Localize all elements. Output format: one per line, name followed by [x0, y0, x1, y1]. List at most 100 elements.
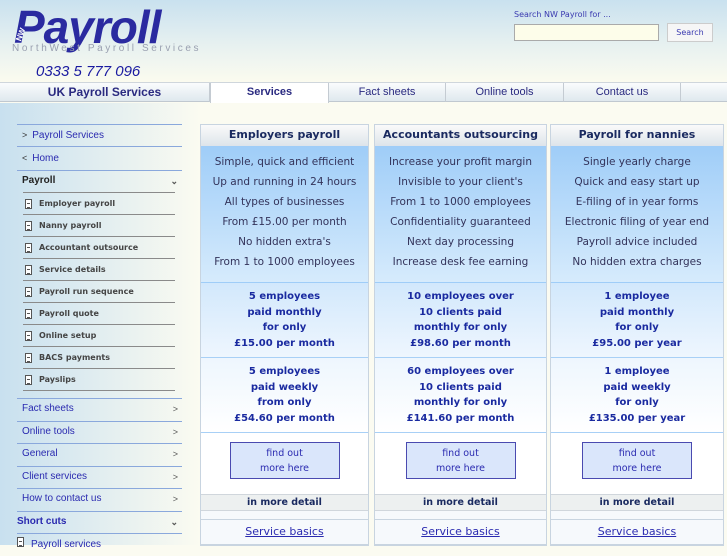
document-icon [25, 242, 32, 253]
detail-heading: in more detail [551, 494, 723, 511]
feature-item: No hidden extra charges [572, 256, 702, 268]
sidebar-section[interactable]: How to contact us > [17, 488, 182, 511]
price-line: for only [262, 322, 307, 333]
chevron-right-icon: > [172, 471, 178, 482]
feature-item: Next day processing [406, 236, 515, 248]
price-line: £95.00 per year [592, 337, 682, 349]
feature-item: E-filing of in year forms [575, 196, 699, 208]
tab-online-tools[interactable]: Online tools [446, 83, 564, 102]
price-line: 10 clients paid [419, 381, 502, 393]
sidebar-subitem[interactable]: Payroll quote [23, 302, 175, 324]
sidebar-subitem-label: Payslips [39, 374, 76, 384]
sidebar-link[interactable]: > Payroll Services [17, 124, 182, 146]
sidebar-subitem[interactable]: Online setup [23, 324, 175, 346]
price-line: £135.00 per year [588, 412, 686, 424]
tab-services[interactable]: Services [210, 83, 329, 103]
price-block: 1 employee paid weekly for only £135.00 per… [551, 358, 723, 433]
sidebar-subitem-label: Payroll quote [39, 308, 99, 318]
nav-brand[interactable]: UK Payroll Services [0, 83, 210, 102]
sidebar-section[interactable]: Client services > [17, 465, 182, 489]
site-header: Payroll NW NorthWest Payroll Services 03… [0, 0, 727, 82]
service-basics-link[interactable]: Service basics [375, 520, 546, 545]
find-out-more-button[interactable]: find out more here [229, 442, 340, 479]
feature-item: Up and running in 24 hours [212, 176, 357, 188]
sidebar-subitem[interactable]: Accountant outsource [23, 236, 175, 258]
price-block: 10 employees over 10 clients paid monthly … [375, 283, 546, 358]
price-line: £141.60 per month [406, 412, 515, 424]
chevron-down-icon: ⌄ [170, 516, 178, 527]
spacer [201, 511, 368, 520]
sidebar-heading-short-cuts[interactable]: Short cuts ⌄ [17, 510, 182, 533]
sidebar-section[interactable]: General > [17, 443, 182, 466]
sidebar-heading-payroll[interactable]: Payroll ⌄ [17, 170, 182, 192]
button-line: more here [612, 463, 662, 474]
feature-item: From £15.00 per month [222, 216, 347, 228]
document-icon [25, 308, 32, 319]
feature-item: Confidentiality guaranteed [390, 216, 531, 228]
price-line: 60 employees over [407, 366, 514, 377]
price-line: paid monthly [247, 306, 322, 318]
service-column: Accountants outsourcing Increase your pro… [374, 124, 547, 546]
sidebar-link-label: Payroll Services [32, 130, 104, 141]
sidebar-divider [23, 390, 175, 398]
feature-item: Payroll advice included [576, 236, 698, 248]
spacer [375, 511, 546, 520]
sidebar-subitem[interactable]: Payroll run sequence [23, 280, 175, 302]
feature-list: Increase your profit margin Invisible to … [375, 146, 546, 283]
sidebar-subitem[interactable]: Service details [23, 258, 175, 280]
tab-contact-us[interactable]: Contact us [564, 83, 681, 102]
feature-item: Quick and easy start up [574, 176, 700, 188]
sidebar-shortcut[interactable]: Payroll services [17, 532, 182, 555]
detail-heading: in more detail [375, 494, 546, 511]
feature-item: Electronic filing of year end [564, 216, 710, 228]
spacer [551, 511, 723, 520]
feature-item: Invisible to your client's [398, 176, 523, 188]
sidebar-section-label: Fact sheets [22, 403, 74, 414]
button-line: more here [435, 463, 486, 474]
chevron-right-icon: > [172, 404, 178, 414]
document-icon [25, 220, 32, 231]
feature-item: No hidden extra's [238, 236, 331, 248]
price-line: for only [615, 322, 659, 333]
price-line: £54.60 per month [234, 412, 335, 424]
sidebar-subitem[interactable]: BACS payments [23, 346, 175, 368]
feature-list: Single yearly charge Quick and easy start… [551, 146, 723, 283]
tab-fact-sheets[interactable]: Fact sheets [329, 83, 446, 102]
service-column: Employers payroll Simple, quick and effic… [200, 124, 369, 546]
document-icon [25, 352, 32, 363]
find-out-more-button[interactable]: find out more here [405, 442, 516, 479]
find-out-more-button[interactable]: find out more here [582, 442, 692, 479]
chevron-right-icon: > [22, 130, 28, 140]
price-block: 60 employees over 10 clients paid monthly … [375, 358, 546, 433]
sidebar-subitem[interactable]: Payslips [23, 368, 175, 390]
chevron-down-icon: ⌄ [170, 176, 178, 186]
sidebar-section[interactable]: Fact sheets > [17, 398, 182, 421]
sidebar-subitem[interactable]: Employer payroll [23, 192, 175, 214]
price-line: monthly for only [413, 322, 508, 333]
sidebar: > Payroll Services < Home Payroll ⌄ Employer p… [17, 124, 182, 555]
sidebar-section-label: Online tools [22, 425, 75, 437]
main-nav: UK Payroll Services Services Fact sheets… [0, 82, 727, 103]
sidebar-subitem-label: Accountant outsource [39, 242, 139, 252]
service-basics-link[interactable]: Service basics [551, 520, 723, 545]
search-input[interactable] [514, 24, 659, 41]
button-line: find out [618, 448, 656, 459]
sidebar-shortcut-label: Payroll services [31, 538, 102, 550]
chevron-left-icon: < [22, 153, 28, 163]
sidebar-subitem-label: Service details [39, 264, 106, 274]
document-icon [25, 330, 32, 341]
service-basics-link[interactable]: Service basics [201, 520, 368, 545]
price-line: 10 employees over [407, 291, 514, 302]
search-button[interactable]: Search [667, 23, 713, 42]
sidebar-subitem[interactable]: Nanny payroll [23, 214, 175, 236]
sidebar-heading-short-cuts-label: Short cuts [17, 515, 67, 527]
feature-item: From 1 to 1000 employees [390, 196, 531, 208]
sidebar-section[interactable]: Online tools > [17, 420, 182, 444]
button-line: find out [442, 448, 479, 459]
document-icon [17, 536, 24, 547]
sidebar-link[interactable]: < Home [17, 146, 182, 170]
detail-heading: in more detail [201, 494, 368, 511]
price-line: paid weekly [250, 381, 319, 393]
button-area: find out more here [201, 433, 368, 494]
feature-item: Single yearly charge [583, 156, 691, 168]
